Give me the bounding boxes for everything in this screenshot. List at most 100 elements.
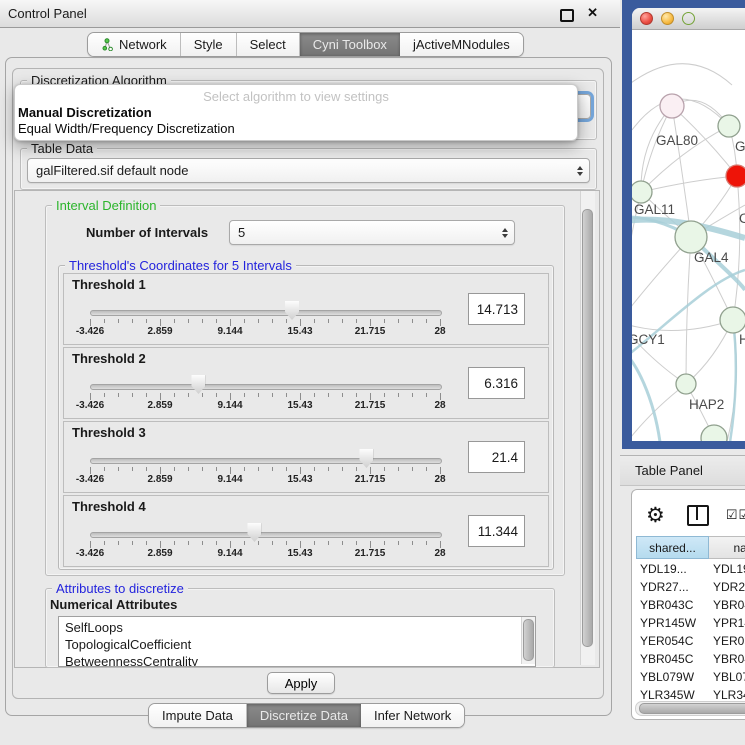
zoom-traffic-light-icon[interactable] <box>682 12 695 25</box>
tab-style[interactable]: Style <box>181 33 237 56</box>
slider-tick <box>314 393 315 397</box>
tab-discretize-data[interactable]: Discretize Data <box>247 704 361 727</box>
dropdown-option-equal-width[interactable]: Equal Width/Frequency Discretization <box>15 121 577 137</box>
slider-tick <box>440 393 441 400</box>
float-window-icon[interactable] <box>560 9 574 22</box>
table-row[interactable]: YBL079WYBL07 <box>636 668 745 686</box>
slider-tick <box>104 467 105 471</box>
attributes-list-scrollbar[interactable] <box>521 617 535 664</box>
tab-network[interactable]: Network <box>88 33 181 56</box>
threshold-value-box[interactable]: 21.4 <box>468 441 525 473</box>
network-node-green[interactable] <box>676 374 696 394</box>
slider-tick <box>426 393 427 397</box>
slider-thumb[interactable] <box>359 449 373 468</box>
tab-infer-network[interactable]: Infer Network <box>361 704 464 727</box>
close-traffic-light-icon[interactable] <box>640 12 653 25</box>
table-row[interactable]: YPR145WYPR14 <box>636 614 745 632</box>
slider-track[interactable] <box>90 384 442 390</box>
slider-tick <box>384 467 385 471</box>
close-icon[interactable]: ✕ <box>587 5 598 21</box>
slider-tick <box>146 393 147 397</box>
slider-thumb[interactable] <box>285 301 299 320</box>
threshold-value-box[interactable]: 14.713 <box>468 293 525 325</box>
slider-tick <box>118 319 119 323</box>
combo-stepper-icon[interactable] <box>577 166 583 176</box>
tab-impute-data[interactable]: Impute Data <box>149 704 247 727</box>
network-node-green[interactable] <box>720 307 745 333</box>
split-columns-icon[interactable] <box>687 505 709 526</box>
attribute-list-item[interactable]: TopologicalCoefficient <box>59 636 535 653</box>
table-row[interactable]: YBR043CYBR04 <box>636 596 745 614</box>
scrollbar-thumb[interactable] <box>582 209 593 647</box>
threshold-value-box[interactable]: 6.316 <box>468 367 525 399</box>
network-node-pink[interactable] <box>660 94 684 118</box>
table-row[interactable]: YER054CYER05 <box>636 632 745 650</box>
slider-thumb[interactable] <box>247 523 261 542</box>
minimize-traffic-light-icon[interactable] <box>661 12 674 25</box>
scrollbar-thumb[interactable] <box>639 703 745 714</box>
threshold-label: Threshold 4 <box>72 499 146 514</box>
control-panel-titlebar: Control Panel ✕ <box>0 0 620 28</box>
table-body: YDL19...YDL19YDR27...YDR27YBR043CYBR04YP… <box>636 560 745 701</box>
slider-tick <box>356 393 357 397</box>
slider-tick <box>384 319 385 323</box>
slider-track[interactable] <box>90 532 442 538</box>
slider-track[interactable] <box>90 310 442 316</box>
table-row[interactable]: YDL19...YDL19 <box>636 560 745 578</box>
network-node-green[interactable] <box>632 181 652 203</box>
column-header-name[interactable]: name <box>709 536 745 559</box>
slider-tick-label: 2.859 <box>147 474 172 485</box>
attribute-list-item[interactable]: BetweennessCentrality <box>59 653 535 667</box>
table-data-combobox[interactable]: galFiltered.sif default node <box>27 158 590 183</box>
combo-stepper-icon[interactable] <box>502 228 508 238</box>
tab-cyni-toolbox[interactable]: Cyni Toolbox <box>300 33 400 56</box>
slider-tick <box>286 319 287 323</box>
slider-tick <box>202 541 203 545</box>
slider-tick <box>216 319 217 323</box>
table-row[interactable]: YDR27...YDR27 <box>636 578 745 596</box>
cell-shared-name: YBL079W <box>636 670 709 684</box>
apply-button[interactable]: Apply <box>267 672 335 694</box>
column-header-shared-name[interactable]: shared... <box>636 536 709 559</box>
thresholds-group-title: Threshold's Coordinates for 5 Intervals <box>65 258 296 273</box>
attribute-list-item[interactable]: SelfLoops <box>59 619 535 636</box>
network-canvas[interactable]: GAL80GCGAL11GAL4GCY1HHAP2 <box>632 30 745 441</box>
gear-icon[interactable]: ⚙ <box>646 503 665 528</box>
network-node-red[interactable] <box>726 165 745 187</box>
num-intervals-combobox[interactable]: 5 <box>229 220 515 245</box>
slider-tick <box>398 467 399 471</box>
tab-select[interactable]: Select <box>237 33 300 56</box>
tab-label: Infer Network <box>374 708 451 723</box>
dropdown-option-manual[interactable]: Manual Discretization <box>15 105 577 121</box>
slider-tick <box>132 541 133 545</box>
scrollbar-thumb[interactable] <box>523 619 534 661</box>
network-icon <box>101 38 114 51</box>
tab-label: Discretize Data <box>260 708 348 723</box>
slider-tick <box>230 319 231 326</box>
slider-tick <box>188 319 189 323</box>
network-window-titlebar[interactable] <box>632 8 745 30</box>
cell-shared-name: YER054C <box>636 634 709 648</box>
slider-tick-label: 21.715 <box>355 474 386 485</box>
network-node-green[interactable] <box>701 425 727 441</box>
table-row[interactable]: YLR345WYLR34 <box>636 686 745 701</box>
select-columns-icon[interactable]: ☑☑ <box>726 507 745 523</box>
slider-tick <box>440 319 441 326</box>
interval-definition-group: Interval Definition Number of Intervals … <box>45 205 565 576</box>
slider-thumb[interactable] <box>191 375 205 394</box>
threshold-card: Threshold 4-3.4262.8599.14415.4321.71528… <box>63 495 549 567</box>
cell-shared-name: YDL19... <box>636 562 709 576</box>
network-window: GAL80GCGAL11GAL4GCY1HHAP2 <box>632 8 745 441</box>
network-node-green[interactable] <box>718 115 740 137</box>
slider-tick <box>356 541 357 545</box>
slider-tick <box>342 393 343 397</box>
network-node-green[interactable] <box>675 221 707 253</box>
tab-jactivemnodules[interactable]: jActiveMNodules <box>400 33 523 56</box>
settings-vertical-scrollbar[interactable] <box>580 191 595 665</box>
table-horizontal-scrollbar[interactable] <box>635 701 745 716</box>
threshold-value-box[interactable]: 11.344 <box>468 515 525 547</box>
table-row[interactable]: YBR045CYBR04 <box>636 650 745 668</box>
slider-track[interactable] <box>90 458 442 464</box>
slider-tick-label: -3.426 <box>76 548 104 559</box>
numerical-attributes-list[interactable]: SelfLoopsTopologicalCoefficientBetweenne… <box>58 616 536 667</box>
